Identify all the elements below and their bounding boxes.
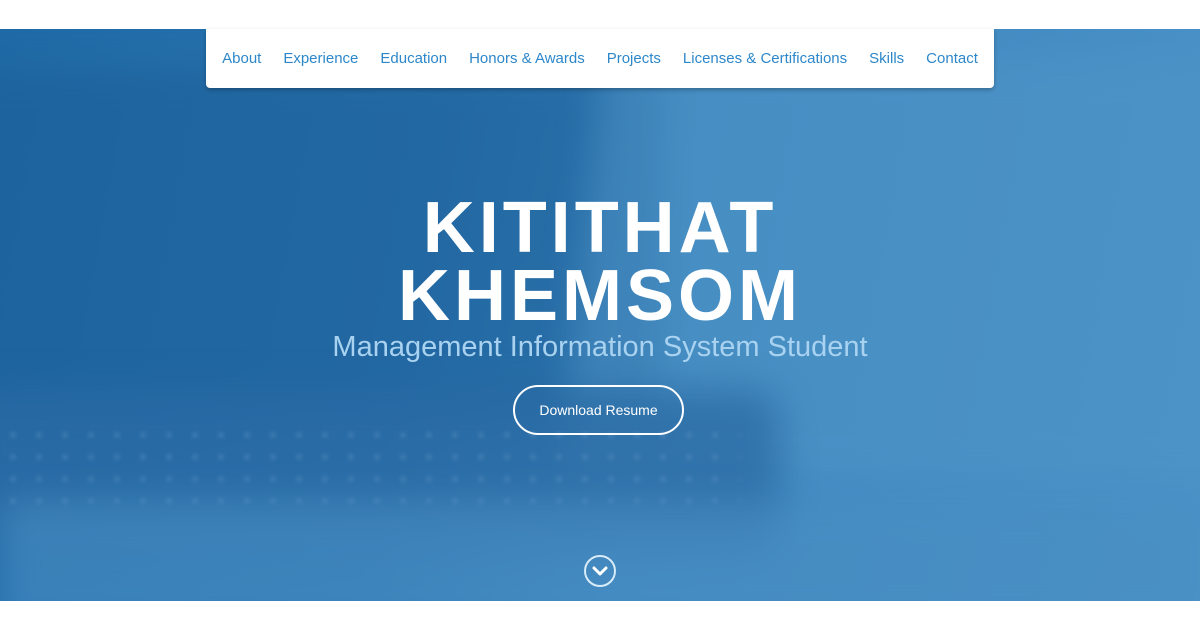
hero-subtitle: Management Information System Student xyxy=(332,331,868,363)
nav-link-education[interactable]: Education xyxy=(369,50,458,67)
hero-name-last: KHEMSOM xyxy=(398,256,802,336)
top-navigation: About Experience Education Honors & Awar… xyxy=(206,29,994,88)
hero-name-first: KITITHAT xyxy=(422,188,778,268)
download-resume-button[interactable]: Download Resume xyxy=(513,385,684,435)
nav-link-honors-awards[interactable]: Honors & Awards xyxy=(458,50,596,67)
nav-link-about[interactable]: About xyxy=(211,50,272,67)
background-keys xyxy=(0,424,740,504)
chevron-down-icon xyxy=(592,566,608,576)
nav-link-projects[interactable]: Projects xyxy=(596,50,672,67)
chevron-down-circle-icon[interactable] xyxy=(584,555,616,587)
nav-link-experience[interactable]: Experience xyxy=(272,50,369,67)
nav-link-contact[interactable]: Contact xyxy=(915,50,989,67)
nav-link-skills[interactable]: Skills xyxy=(858,50,915,67)
nav-link-licenses-certifications[interactable]: Licenses & Certifications xyxy=(672,50,858,67)
